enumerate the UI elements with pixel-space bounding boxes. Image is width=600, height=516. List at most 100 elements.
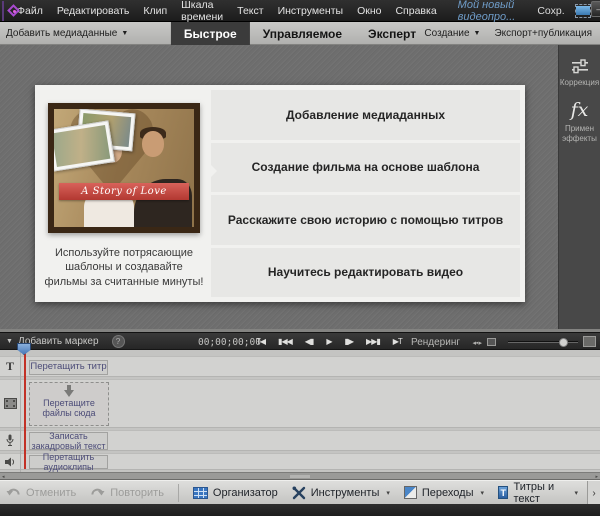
titles-label: Титры и текст	[513, 481, 567, 505]
add-media-dropdown[interactable]: Добавить медиаданные ▼	[0, 28, 128, 39]
capture-monitor-icon[interactable]	[575, 4, 591, 18]
menu-edit[interactable]: Редактировать	[50, 0, 137, 21]
menu-create-from-template[interactable]: Создание фильма на основе шаблона	[211, 143, 520, 193]
title-track: T Перетащить титр	[0, 356, 600, 377]
menu-window[interactable]: Окно	[350, 0, 388, 21]
title-track-icon: T	[6, 359, 14, 374]
track-header-divider	[20, 350, 21, 472]
action-bar-right: Инструменты ▾ Переходы ▾ T Титры и текст…	[292, 481, 594, 505]
sliders-icon	[570, 59, 590, 74]
menu-clip[interactable]: Клип	[136, 0, 174, 21]
zoom-slider-handle[interactable]	[559, 338, 568, 347]
logo-dot	[13, 10, 16, 13]
zoom-in-icon[interactable]	[583, 336, 596, 347]
drag-title-button[interactable]: Перетащить титр	[29, 360, 108, 375]
step-forward-button[interactable]: ▮▶	[344, 337, 353, 346]
ribbon-banner: A Story of Love	[59, 183, 189, 200]
transitions-button[interactable]: Переходы ▾	[404, 486, 484, 499]
toolbar-right-group: Создание ▼ Экспорт+публикация	[424, 28, 600, 39]
groom-head	[142, 131, 164, 157]
right-side-panel: Коррекция fx Примен эффекты	[558, 45, 600, 329]
organizer-label: Организатор	[213, 487, 278, 499]
export-publish-button[interactable]: Экспорт+публикация	[494, 28, 592, 39]
chevron-down-icon: ▾	[386, 489, 390, 497]
tools-label: Инструменты	[311, 487, 380, 499]
timeline-scrollbar[interactable]: ◂ ▸	[0, 472, 600, 480]
tab-guided[interactable]: Управляемое	[250, 22, 355, 45]
minimize-button[interactable]: —	[591, 1, 600, 17]
drag-audio-button[interactable]: Перетащить аудиоклипы	[29, 455, 108, 469]
title-track-header[interactable]: T	[0, 357, 20, 376]
save-status-label[interactable]: Сохр.	[537, 5, 564, 17]
media-dropzone[interactable]: Перетащите файлы сюда	[29, 382, 109, 426]
render-button[interactable]: Рендеринг	[411, 337, 460, 348]
timeline-toolbar: ▼ Добавить маркер ? 00;00;00;00 T◀ ▮◀◀ ◀…	[0, 332, 600, 350]
step-back-button[interactable]: ◀▮	[305, 337, 314, 346]
menu-text[interactable]: Текст	[230, 0, 270, 21]
adjust-panel-button[interactable]: Коррекция	[560, 59, 600, 88]
timeline-tracks: T Перетащить титр Перетащите файлы сюда	[0, 350, 600, 472]
playhead-line[interactable]	[24, 353, 26, 469]
zoom-fit-icon[interactable]: ◂▪▸	[472, 339, 482, 347]
template-preview-image: ♥ A Story of Love	[48, 103, 200, 233]
audio-track-header[interactable]	[0, 454, 20, 469]
scrollbar-grip[interactable]	[290, 475, 310, 478]
go-previous-title-button[interactable]: T◀	[256, 337, 265, 346]
project-title: Мой новый видеопро...	[458, 0, 516, 23]
more-actions-button[interactable]: ›	[587, 481, 600, 505]
transitions-icon	[404, 486, 417, 499]
menu-tools[interactable]: Инструменты	[271, 0, 350, 21]
record-narration-button[interactable]: Записать закадровый текст	[29, 432, 108, 450]
create-dropdown[interactable]: Создание ▼	[424, 28, 480, 39]
organizer-button[interactable]: Организатор	[193, 487, 278, 499]
redo-icon	[90, 486, 105, 499]
chevron-down-icon: ▾	[574, 489, 578, 497]
video-track-header[interactable]	[0, 380, 20, 427]
narration-track: Записать закадровый текст	[0, 430, 600, 451]
audio-track: Перетащить аудиоклипы	[0, 453, 600, 470]
chevron-down-icon: ▼	[121, 30, 128, 37]
undo-icon	[6, 486, 21, 499]
tools-icon	[292, 486, 306, 500]
help-icon[interactable]: ?	[112, 335, 125, 348]
capture-monitor-screen	[576, 6, 590, 15]
zoom-slider[interactable]	[508, 341, 578, 343]
template-tagline: Используйте потрясающие шаблоны и создав…	[44, 246, 204, 289]
window-controls: — ▢ ✕	[591, 1, 600, 17]
menu-help[interactable]: Справка	[388, 0, 443, 21]
adjust-label: Коррекция	[560, 78, 600, 88]
premiere-elements-logo-icon	[2, 1, 4, 21]
go-end-button[interactable]: ▶▶▮	[366, 337, 380, 346]
go-next-title-button[interactable]: ▶T	[393, 337, 402, 346]
menu-story-with-titles[interactable]: Расскажите свою историю с помощью титров	[211, 195, 520, 245]
menu-add-media[interactable]: Добавление медиаданных	[211, 90, 520, 140]
zoom-out-icon[interactable]	[487, 338, 496, 346]
play-button[interactable]: ▶	[326, 337, 331, 346]
ribbon-text: A Story of Love	[81, 186, 167, 197]
effects-panel-button[interactable]: fx Примен эффекты	[560, 101, 600, 144]
speaker-icon	[5, 457, 16, 467]
tab-quick[interactable]: Быстрое	[171, 22, 250, 45]
menu-timeline[interactable]: Шкала времени	[174, 0, 230, 21]
undo-label: Отменить	[26, 487, 76, 499]
tab-expert[interactable]: Эксперт	[355, 22, 429, 45]
add-media-label: Добавить медиаданные	[6, 28, 117, 39]
template-preview-card[interactable]: ♥ A Story of Love Используйт	[40, 90, 208, 297]
menu-learn-editing[interactable]: Научитесь редактировать видео	[211, 248, 520, 298]
tools-button[interactable]: Инструменты ▾	[292, 486, 390, 500]
go-start-button[interactable]: ▮◀◀	[278, 337, 292, 346]
create-label: Создание	[424, 28, 469, 39]
mode-tabs: Быстрое Управляемое Эксперт	[171, 22, 429, 45]
redo-label: Повторить	[110, 487, 164, 499]
transitions-label: Переходы	[422, 487, 474, 499]
titles-icon: T	[498, 486, 508, 499]
organizer-grid-icon	[193, 487, 208, 499]
undo-button[interactable]: Отменить	[6, 486, 76, 499]
redo-button[interactable]: Повторить	[90, 486, 164, 499]
action-bar: Отменить Повторить Организатор Инструмен…	[0, 480, 600, 504]
titles-button[interactable]: T Титры и текст ▾	[498, 481, 578, 505]
microphone-icon	[6, 434, 14, 447]
wedding-photo: ♥ A Story of Love	[54, 109, 194, 227]
video-track: Перетащите файлы сюда	[0, 379, 600, 428]
narration-track-header[interactable]	[0, 431, 20, 450]
